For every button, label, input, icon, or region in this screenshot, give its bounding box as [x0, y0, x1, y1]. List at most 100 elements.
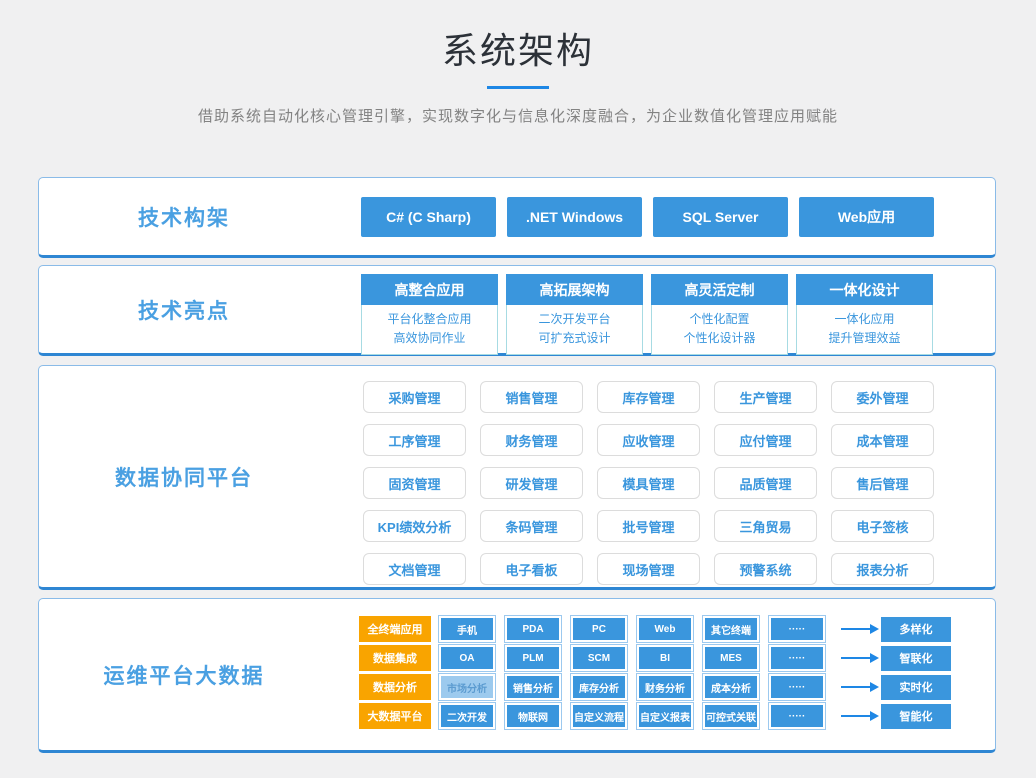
module-chip-batch[interactable]: 批号管理 — [597, 510, 700, 542]
pipeline-result-diversified: 多样化 — [881, 617, 951, 642]
pipeline-item-more[interactable]: ····· — [769, 703, 825, 729]
page-subtitle: 借助系统自动化核心管理引擎，实现数字化与信息化深度融合，为企业数值化管理应用赋能 — [0, 105, 1036, 126]
module-chip-finance[interactable]: 财务管理 — [480, 424, 583, 456]
highlight-card-title: 高灵活定制 — [651, 274, 788, 305]
pipeline-row-analysis: 数据分析 市场分析 销售分析 库存分析 财务分析 成本分析 ····· 实时化 — [359, 674, 951, 700]
module-chip-mold[interactable]: 模具管理 — [597, 467, 700, 499]
right-arrow-icon — [841, 657, 871, 659]
pipeline-item-more[interactable]: ····· — [769, 616, 825, 642]
highlight-card-flexibility: 高灵活定制 个性化配置 个性化设计器 — [651, 274, 788, 355]
pipeline-item-custom-workflow[interactable]: 自定义流程 — [571, 703, 627, 729]
pipeline-item-controlled-link[interactable]: 可控式关联 — [703, 703, 759, 729]
pipeline-result-realtime: 实时化 — [881, 675, 951, 700]
pipeline-item-more[interactable]: ····· — [769, 674, 825, 700]
pipeline-item-pda[interactable]: PDA — [505, 616, 561, 642]
highlight-card-body: 平台化整合应用 高效协同作业 — [362, 305, 497, 354]
highlight-card-title: 一体化设计 — [796, 274, 933, 305]
module-chip-eboard[interactable]: 电子看板 — [480, 553, 583, 585]
module-grid: 采购管理 销售管理 库存管理 生产管理 委外管理 工序管理 财务管理 应收管理 … — [363, 381, 934, 585]
tech-stack-button-row: C# (C Sharp) .NET Windows SQL Server Web… — [361, 197, 934, 237]
tech-button-csharp[interactable]: C# (C Sharp) — [361, 197, 496, 237]
section-label-ops-bigdata: 运维平台大数据 — [39, 660, 329, 690]
highlight-card-body: 个性化配置 个性化设计器 — [652, 305, 787, 354]
pipeline-item-plm[interactable]: PLM — [505, 645, 561, 671]
pipeline-item-mes[interactable]: MES — [703, 645, 759, 671]
section-data-platform: 数据协同平台 采购管理 销售管理 库存管理 生产管理 委外管理 工序管理 财务管… — [38, 365, 996, 590]
page-title: 系统架构 — [0, 22, 1036, 74]
module-chip-kpi[interactable]: KPI绩效分析 — [363, 510, 466, 542]
pipeline-item-finance-analysis[interactable]: 财务分析 — [637, 674, 693, 700]
pipeline-item-cost-analysis[interactable]: 成本分析 — [703, 674, 759, 700]
section-tech-highlights: 技术亮点 高整合应用 平台化整合应用 高效协同作业 高拓展架构 二次开发平台 可… — [38, 265, 996, 356]
pipeline-item-oa[interactable]: OA — [439, 645, 495, 671]
highlight-card-body: 一体化应用 提升管理效益 — [797, 305, 932, 354]
module-chip-production[interactable]: 生产管理 — [714, 381, 817, 413]
pipeline-row-bigdata-platform: 大数据平台 二次开发 物联网 自定义流程 自定义报表 可控式关联 ····· 智… — [359, 703, 951, 729]
pipeline-category-integration: 数据集成 — [359, 645, 431, 671]
pipeline-category-bigdata-platform: 大数据平台 — [359, 703, 431, 729]
module-chip-triangle-trade[interactable]: 三角贸易 — [714, 510, 817, 542]
pipeline-row-integration: 数据集成 OA PLM SCM BI MES ····· 智联化 — [359, 645, 951, 671]
module-chip-sales[interactable]: 销售管理 — [480, 381, 583, 413]
highlight-line: 可扩充式设计 — [507, 329, 642, 348]
module-chip-inventory[interactable]: 库存管理 — [597, 381, 700, 413]
tech-button-sqlserver[interactable]: SQL Server — [653, 197, 788, 237]
pipeline-item-inventory-analysis[interactable]: 库存分析 — [571, 674, 627, 700]
module-chip-barcode[interactable]: 条码管理 — [480, 510, 583, 542]
module-chip-receivable[interactable]: 应收管理 — [597, 424, 700, 456]
pipeline-item-market-analysis[interactable]: 市场分析 — [439, 674, 495, 700]
pipeline-item-mobile[interactable]: 手机 — [439, 616, 495, 642]
pipeline-result-connected: 智联化 — [881, 646, 951, 671]
tech-button-dotnet[interactable]: .NET Windows — [507, 197, 642, 237]
pipeline-item-pc[interactable]: PC — [571, 616, 627, 642]
tech-button-web[interactable]: Web应用 — [799, 197, 934, 237]
pipeline-item-web[interactable]: Web — [637, 616, 693, 642]
pipeline-item-more[interactable]: ····· — [769, 645, 825, 671]
module-chip-purchase[interactable]: 采购管理 — [363, 381, 466, 413]
section-label-tech-highlights: 技术亮点 — [39, 295, 329, 325]
section-label-tech-architecture: 技术构架 — [39, 202, 329, 232]
highlight-line: 平台化整合应用 — [362, 310, 497, 329]
highlight-line: 个性化设计器 — [652, 329, 787, 348]
module-chip-cost[interactable]: 成本管理 — [831, 424, 934, 456]
highlight-card-integration: 高整合应用 平台化整合应用 高效协同作业 — [361, 274, 498, 355]
section-ops-bigdata: 运维平台大数据 全终端应用 手机 PDA PC Web 其它终端 ····· 多… — [38, 598, 996, 753]
module-chip-document[interactable]: 文档管理 — [363, 553, 466, 585]
highlight-card-body: 二次开发平台 可扩充式设计 — [507, 305, 642, 354]
pipeline-item-bi[interactable]: BI — [637, 645, 693, 671]
module-chip-quality[interactable]: 品质管理 — [714, 467, 817, 499]
pipeline-item-sales-analysis[interactable]: 销售分析 — [505, 674, 561, 700]
pipeline-item-secondary-dev[interactable]: 二次开发 — [439, 703, 495, 729]
pipeline-item-other-terminal[interactable]: 其它终端 — [703, 616, 759, 642]
pipeline-item-iot[interactable]: 物联网 — [505, 703, 561, 729]
module-chip-report[interactable]: 报表分析 — [831, 553, 934, 585]
pipeline-category-terminals: 全终端应用 — [359, 616, 431, 642]
module-chip-payable[interactable]: 应付管理 — [714, 424, 817, 456]
highlight-line: 高效协同作业 — [362, 329, 497, 348]
pipeline-row-terminals: 全终端应用 手机 PDA PC Web 其它终端 ····· 多样化 — [359, 616, 951, 642]
module-chip-esign[interactable]: 电子签核 — [831, 510, 934, 542]
highlight-card-extensibility: 高拓展架构 二次开发平台 可扩充式设计 — [506, 274, 643, 355]
right-arrow-icon — [841, 715, 871, 717]
module-chip-process[interactable]: 工序管理 — [363, 424, 466, 456]
highlight-line: 个性化配置 — [652, 310, 787, 329]
pipeline-item-scm[interactable]: SCM — [571, 645, 627, 671]
module-chip-warning[interactable]: 预警系统 — [714, 553, 817, 585]
module-chip-rnd[interactable]: 研发管理 — [480, 467, 583, 499]
right-arrow-icon — [841, 628, 871, 630]
right-arrow-icon — [841, 686, 871, 688]
pipeline-category-analysis: 数据分析 — [359, 674, 431, 700]
module-chip-aftersales[interactable]: 售后管理 — [831, 467, 934, 499]
title-underline — [487, 86, 549, 89]
highlight-line: 二次开发平台 — [507, 310, 642, 329]
section-label-data-platform: 数据协同平台 — [39, 462, 329, 492]
module-chip-outsourcing[interactable]: 委外管理 — [831, 381, 934, 413]
highlight-card-unified-design: 一体化设计 一体化应用 提升管理效益 — [796, 274, 933, 355]
highlight-card-title: 高整合应用 — [361, 274, 498, 305]
pipeline-item-custom-report[interactable]: 自定义报表 — [637, 703, 693, 729]
highlight-line: 提升管理效益 — [797, 329, 932, 348]
section-tech-architecture: 技术构架 C# (C Sharp) .NET Windows SQL Serve… — [38, 177, 996, 258]
pipeline-rows: 全终端应用 手机 PDA PC Web 其它终端 ····· 多样化 数据集成 … — [359, 616, 951, 729]
module-chip-fixed-assets[interactable]: 固资管理 — [363, 467, 466, 499]
module-chip-onsite[interactable]: 现场管理 — [597, 553, 700, 585]
